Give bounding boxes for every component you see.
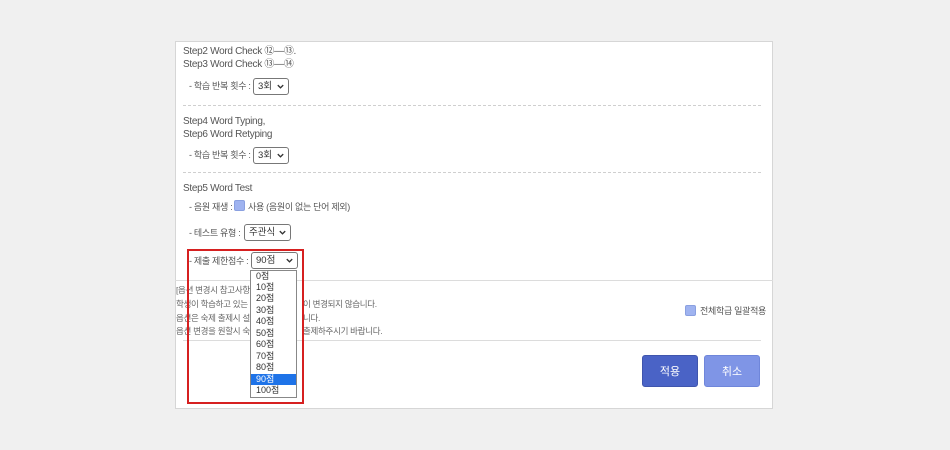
repeat-count-label: - 학습 반복 횟수 : (189, 81, 251, 91)
cancel-button[interactable]: 취소 (704, 355, 760, 387)
section-divider (183, 105, 761, 106)
apply-button[interactable]: 적용 (642, 355, 698, 387)
step6-label: Step6 Word Retyping (183, 129, 273, 140)
notes-line-2-tail: 이 변경되지 않습니다. (303, 299, 377, 309)
repeat-count-value: 3회 (258, 81, 273, 92)
test-type-label: - 테스트 유형 : (189, 228, 241, 238)
step4-label: Step4 Word Typing, (183, 116, 266, 127)
repeat-count-value-2: 3회 (258, 150, 273, 161)
notes-line-3-tail: 니다. (303, 313, 321, 323)
checkbox-checked-icon[interactable] (234, 200, 245, 211)
test-type-value: 주관식 (249, 227, 276, 238)
step5-label: Step5 Word Test (183, 183, 253, 194)
repeat-count-label-2: - 학습 반복 횟수 : (189, 150, 251, 160)
test-type-select[interactable]: 주관식 (244, 224, 291, 241)
highlight-box (187, 249, 304, 404)
repeat-count-select-2[interactable]: 3회 (253, 147, 289, 164)
section-divider (183, 172, 761, 173)
apply-all-checkbox[interactable] (685, 305, 696, 316)
repeat-count-select-1[interactable]: 3회 (253, 78, 289, 95)
chevron-down-icon (277, 153, 284, 158)
apply-all-label: 전체학급 일괄적용 (700, 306, 767, 316)
chevron-down-icon (279, 230, 286, 235)
voice-playback-option: 사용 (음원이 없는 단어 제외) (248, 202, 350, 212)
voice-playback-label: - 음원 재생 : (189, 202, 233, 212)
step3-label: Step3 Word Check ⑬—⑭ (183, 59, 294, 70)
chevron-down-icon (277, 84, 284, 89)
notes-line-4-tail: 출제하주시기 바랍니다. (303, 326, 383, 336)
step2-label: Step2 Word Check ⑫—⑬. (183, 46, 297, 57)
